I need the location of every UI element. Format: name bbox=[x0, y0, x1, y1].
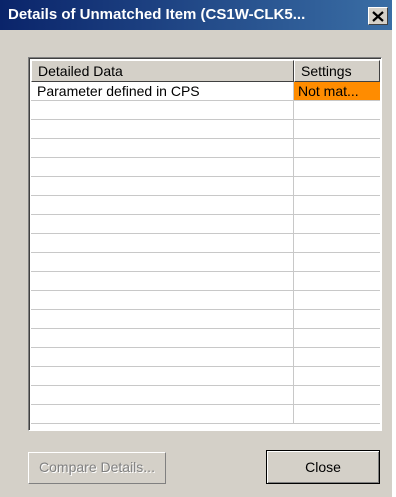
empty-row[interactable] bbox=[31, 329, 380, 348]
window-close-button[interactable] bbox=[368, 7, 388, 25]
settings-cell bbox=[294, 253, 380, 271]
empty-row[interactable] bbox=[31, 272, 380, 291]
detailed-data-cell bbox=[31, 215, 294, 233]
detailed-data-cell bbox=[31, 405, 294, 423]
close-icon bbox=[372, 10, 384, 22]
detailed-data-cell bbox=[31, 291, 294, 309]
detailed-data-cell bbox=[31, 310, 294, 328]
compare-details-button[interactable]: Compare Details... bbox=[28, 452, 166, 484]
column-header-detailed-data[interactable]: Detailed Data bbox=[31, 60, 294, 82]
empty-row[interactable] bbox=[31, 405, 380, 424]
empty-row[interactable] bbox=[31, 139, 380, 158]
empty-row[interactable] bbox=[31, 101, 380, 120]
empty-row[interactable] bbox=[31, 367, 380, 386]
detailed-data-cell bbox=[31, 139, 294, 157]
title-bar[interactable]: Details of Unmatched Item (CS1W-CLK5... bbox=[0, 0, 392, 30]
detailed-data-cell bbox=[31, 120, 294, 138]
settings-cell bbox=[294, 367, 380, 385]
close-button[interactable]: Close bbox=[266, 450, 380, 484]
unmatched-item-dialog: Details of Unmatched Item (CS1W-CLK5... … bbox=[0, 0, 392, 497]
settings-cell bbox=[294, 291, 380, 309]
empty-row[interactable] bbox=[31, 215, 380, 234]
settings-cell bbox=[294, 196, 380, 214]
settings-cell bbox=[294, 310, 380, 328]
empty-row[interactable] bbox=[31, 348, 380, 367]
detailed-data-cell bbox=[31, 101, 294, 119]
detailed-data-cell bbox=[31, 329, 294, 347]
window-title: Details of Unmatched Item (CS1W-CLK5... bbox=[8, 6, 306, 23]
detailed-data-cell bbox=[31, 196, 294, 214]
settings-cell bbox=[294, 329, 380, 347]
detailed-data-cell bbox=[31, 158, 294, 176]
settings-cell bbox=[294, 234, 380, 252]
empty-row[interactable] bbox=[31, 310, 380, 329]
settings-cell bbox=[294, 158, 380, 176]
empty-row[interactable] bbox=[31, 196, 380, 215]
detailed-data-cell bbox=[31, 253, 294, 271]
settings-cell bbox=[294, 215, 380, 233]
detailed-data-cell: Parameter defined in CPS bbox=[31, 82, 294, 100]
details-grid[interactable]: Detailed Data Settings Parameter defined… bbox=[28, 57, 382, 431]
settings-cell: Not mat... bbox=[294, 82, 380, 100]
settings-cell bbox=[294, 177, 380, 195]
detailed-data-cell bbox=[31, 177, 294, 195]
settings-cell bbox=[294, 405, 380, 423]
settings-cell bbox=[294, 139, 380, 157]
empty-row[interactable] bbox=[31, 253, 380, 272]
detailed-data-cell bbox=[31, 367, 294, 385]
settings-cell bbox=[294, 101, 380, 119]
empty-row[interactable] bbox=[31, 120, 380, 139]
detailed-data-cell bbox=[31, 348, 294, 366]
empty-row[interactable] bbox=[31, 291, 380, 310]
grid-body: Parameter defined in CPS Not mat... bbox=[31, 82, 380, 430]
settings-cell bbox=[294, 272, 380, 290]
settings-cell bbox=[294, 348, 380, 366]
detailed-data-cell bbox=[31, 386, 294, 404]
grid-header: Detailed Data Settings bbox=[31, 60, 380, 82]
detailed-data-cell bbox=[31, 272, 294, 290]
empty-row[interactable] bbox=[31, 386, 380, 405]
empty-row[interactable] bbox=[31, 158, 380, 177]
detailed-data-cell bbox=[31, 234, 294, 252]
column-header-settings[interactable]: Settings bbox=[294, 60, 380, 82]
table-row[interactable]: Parameter defined in CPS Not mat... bbox=[31, 82, 380, 101]
empty-row[interactable] bbox=[31, 177, 380, 196]
empty-row[interactable] bbox=[31, 234, 380, 253]
settings-cell bbox=[294, 120, 380, 138]
settings-cell bbox=[294, 386, 380, 404]
